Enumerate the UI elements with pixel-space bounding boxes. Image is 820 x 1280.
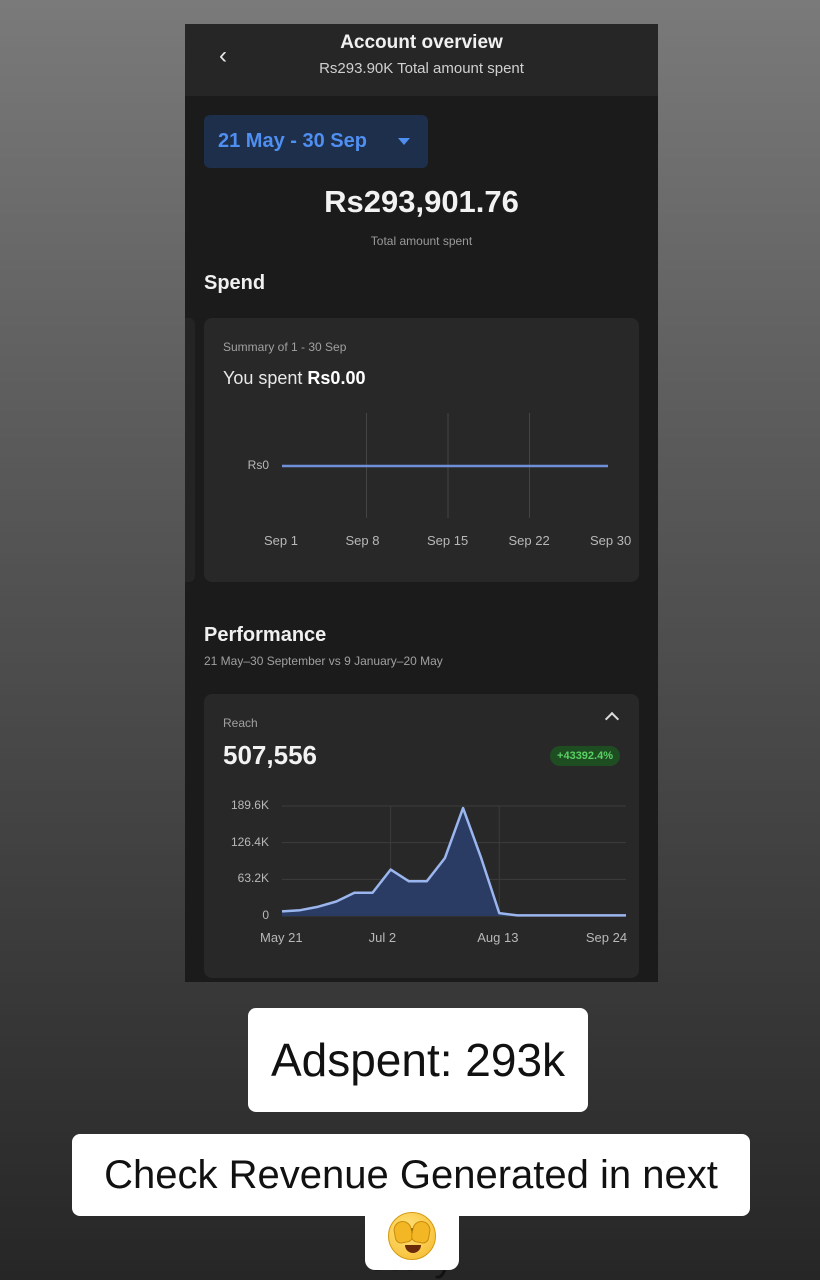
face-peeking-icon <box>388 1212 436 1260</box>
reach-x-tick: May 21 <box>260 930 303 945</box>
page-subtitle: Rs293.90K Total amount spent <box>319 60 524 77</box>
top-bar: ‹ Account overview Rs293.90K Total amoun… <box>185 24 658 96</box>
reach-y-tick: 63.2K <box>237 871 269 886</box>
adspent-caption: Adspent: 293k <box>248 1008 588 1112</box>
spend-x-tick: Sep 8 <box>345 533 380 548</box>
reach-area-fill <box>282 808 626 916</box>
date-range-dropdown[interactable]: 21 May - 30 Sep <box>204 115 428 168</box>
spend-x-tick: Sep 15 <box>427 533 469 548</box>
spend-x-tick: Sep 30 <box>590 533 632 548</box>
spend-card: Summary of 1 - 30 Sep You spent Rs0.00 R… <box>204 318 639 582</box>
spend-x-tick: Sep 1 <box>264 533 298 548</box>
page-title: Account overview <box>340 32 503 53</box>
side-tab <box>185 318 195 582</box>
reach-x-tick: Jul 2 <box>368 930 397 945</box>
performance-section-title: Performance <box>204 624 327 646</box>
spend-y-tick: Rs0 <box>247 458 269 472</box>
phone-screen: ‹ Account overview Rs293.90K Total amoun… <box>185 24 658 982</box>
spend-section-title: Spend <box>204 272 266 294</box>
performance-comparison: 21 May–30 September vs 9 January–20 May <box>204 654 443 668</box>
date-range-label: 21 May - 30 Sep <box>218 130 367 152</box>
reach-card: Reach 507,556 +43392.4% 189.6K 126.4K 63… <box>204 694 639 978</box>
caret-down-icon <box>398 138 410 145</box>
reach-x-tick: Aug 13 <box>477 930 519 945</box>
reach-x-tick: Sep 24 <box>585 930 628 945</box>
reach-y-tick: 189.6K <box>230 798 269 812</box>
spend-x-tick: Sep 22 <box>508 533 550 548</box>
total-amount-label: Total amount spent <box>370 234 473 248</box>
reach-y-tick: 126.4K <box>230 834 269 849</box>
emoji-sticker <box>365 1208 459 1270</box>
reach-y-tick: 0 <box>262 908 269 922</box>
total-amount: Rs293,901.76 <box>324 184 519 219</box>
next-story-caption: Check Revenue Generated in next story <box>72 1134 750 1279</box>
